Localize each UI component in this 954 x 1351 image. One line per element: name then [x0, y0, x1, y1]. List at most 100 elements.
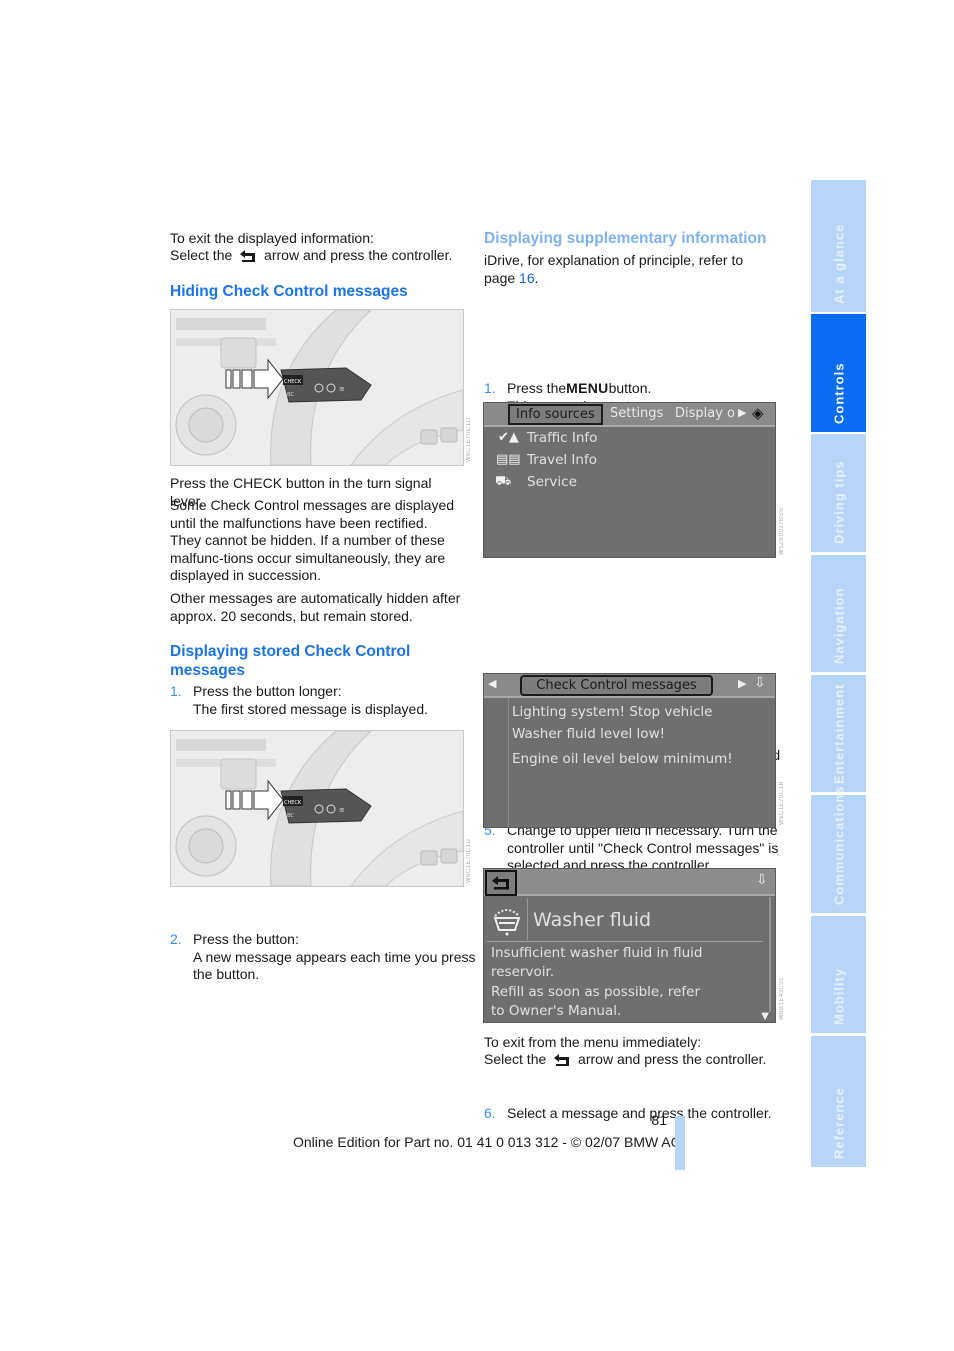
controller-icon: ⇩	[756, 872, 768, 888]
menu-item-service[interactable]: Service	[527, 474, 577, 490]
bc-button-label: BC	[287, 813, 294, 819]
side-tab-label: At a glance	[831, 223, 846, 304]
exit-instruction: Select the arrow and press the controlle…	[170, 247, 452, 268]
travel-info-icon: ▤▤	[496, 452, 521, 467]
step-text: Press the button:	[193, 931, 299, 948]
check-button-label: CHECK	[284, 800, 302, 806]
step-subtext: A new message appears each time you pres…	[193, 948, 476, 983]
exit-menu-instruction: Select the arrow and press the controlle…	[484, 1051, 766, 1072]
page-16-link[interactable]: 16	[519, 270, 535, 286]
exit-intro: To exit the displayed information:	[170, 230, 374, 246]
bc-button-label: BC	[287, 392, 294, 398]
screen-divider	[508, 698, 509, 827]
message-item[interactable]: Engine oil level below minimum!	[512, 751, 733, 767]
step-number: 2.	[170, 931, 182, 948]
page-prefix: page	[484, 269, 516, 286]
back-arrow-icon	[552, 1053, 572, 1072]
screen-2-reference-code: W6C1E70C1B	[779, 780, 785, 825]
tab-info-sources[interactable]: Info sources	[508, 404, 603, 425]
side-tab-label: Navigation	[831, 587, 846, 664]
heading-supplementary-info: Displaying supplementary information	[484, 230, 767, 247]
page-suffix: .	[534, 269, 539, 286]
side-tab-label: Entertainment	[831, 683, 846, 784]
svg-text:≡: ≡	[339, 385, 345, 393]
service-icon: ⛟	[495, 474, 512, 489]
side-tab-communications[interactable]: Communications	[811, 786, 866, 913]
screen-1-reference-code: W5ZK0027BSS	[779, 507, 785, 555]
screen-3-reference-code: W6B1E43C01	[779, 976, 785, 1020]
message-item[interactable]: Washer fluid level low!	[512, 726, 665, 742]
step-text: Press the button longer:	[193, 683, 342, 699]
exit-text-after: arrow and press the controller.	[264, 247, 453, 263]
idrive-screen-washer-fluid: ⇩ Washer fluid Insufficient washer fluid…	[483, 868, 776, 1023]
step-subtext: The first stored message is displayed.	[193, 700, 428, 717]
heading-hiding-check-control: Hiding Check Control messages	[170, 283, 408, 300]
page-number: 81	[651, 1112, 667, 1128]
side-tab-driving-tips[interactable]: Driving tips	[811, 434, 866, 552]
footer-edition: Online Edition for Part no. 01 41 0 013 …	[293, 1134, 682, 1150]
tab-settings[interactable]: Settings	[604, 405, 669, 423]
traffic-info-icon: ✔▲	[498, 430, 519, 445]
side-tab-at-a-glance[interactable]: At a glance	[811, 180, 866, 312]
scroll-left-icon[interactable]: ◀	[488, 677, 496, 690]
turn-signal-lever-photo-2: CHECK BC ≡	[170, 730, 464, 887]
scrollbar[interactable]	[769, 897, 771, 1012]
back-arrow-icon	[492, 876, 509, 890]
exit-text-before: Select the	[170, 247, 233, 263]
svg-text:≡: ≡	[339, 806, 345, 814]
idrive-intro: iDrive, for explanation of principle, re…	[484, 252, 774, 287]
turn-signal-lever-photo-1: CHECK BC ≡	[170, 309, 464, 466]
message-body-line: Insufficient washer fluid in fluid	[491, 945, 703, 961]
idrive-screen-check-control: ◀ Check Control messages ▶ ⇩ Lighting sy…	[483, 673, 776, 828]
controller-icon: ⇩	[754, 675, 766, 691]
footer-accent-bar	[675, 1116, 685, 1170]
scroll-right-icon[interactable]: ▶	[738, 677, 746, 690]
message-body-line: to Owner's Manual.	[491, 1003, 622, 1019]
screen-header-bar	[484, 869, 775, 896]
side-tab-reference[interactable]: Reference	[811, 1036, 866, 1167]
exit-text-after: arrow and press the controller.	[578, 1051, 767, 1067]
side-tab-label: Reference	[831, 1087, 846, 1159]
side-tab-label: Mobility	[831, 967, 846, 1025]
side-tab-label: Communications	[831, 785, 846, 905]
idrive-screen-info-sources: Info sources Settings Display o ▶ ◈ ✔▲ T…	[483, 402, 776, 558]
step-number: 6.	[484, 1104, 496, 1121]
message-title: Washer fluid	[533, 909, 652, 931]
side-tab-navigation[interactable]: Navigation	[811, 555, 866, 672]
stored-step-1: 1. Press the button longer: The first st…	[170, 683, 483, 718]
controller-icon: ◈	[752, 404, 764, 422]
back-arrow-icon	[238, 249, 258, 268]
para-other-messages: Other messages are automatically hidden …	[170, 590, 461, 624]
scroll-right-icon[interactable]: ▶	[738, 406, 746, 419]
message-item[interactable]: Lighting system! Stop vehicle	[512, 704, 712, 720]
side-tab-label: Controls	[831, 362, 846, 424]
message-body-line: Refill as soon as possible, refer	[491, 984, 700, 1000]
step-number: 1.	[484, 379, 496, 396]
washer-fluid-icon	[487, 898, 528, 940]
exit-text-before: Select the	[484, 1051, 547, 1067]
check-control-messages-title[interactable]: Check Control messages	[520, 675, 713, 696]
step-number: 1.	[170, 683, 182, 699]
message-body-line: reservoir.	[491, 964, 555, 980]
side-tab-mobility[interactable]: Mobility	[811, 916, 866, 1033]
menu-item-traffic-info[interactable]: Traffic Info	[527, 430, 597, 446]
step-text-after: button.	[608, 379, 652, 396]
step-text-before: Press the	[507, 379, 567, 396]
side-tab-entertainment[interactable]: Entertainment	[811, 675, 866, 792]
back-button[interactable]	[485, 870, 517, 896]
photo-1-reference-code: W6C1E70C1D	[466, 417, 472, 462]
menu-item-travel-info[interactable]: Travel Info	[527, 452, 597, 468]
heading-stored-check-control: Displaying stored Check Control messages	[170, 643, 411, 679]
supplementary-step-5: 5. Change to upper field if necessary. T…	[484, 822, 799, 875]
idrive-intro-text: iDrive, for explanation of principle, re…	[484, 252, 744, 268]
photo-2-reference-code: W6C1E70C1D	[466, 838, 472, 883]
check-button-label: CHECK	[284, 379, 302, 385]
side-tab-label: Driving tips	[831, 460, 846, 544]
exit-menu-intro: To exit from the menu immediately:	[484, 1034, 702, 1050]
menu-button-label: MENU	[566, 379, 609, 396]
scroll-down-icon[interactable]: ▼	[761, 1011, 769, 1022]
step-text: Press theMENUbutton.	[507, 380, 797, 398]
side-tab-controls[interactable]: Controls	[811, 314, 866, 432]
tab-display-options[interactable]: Display o	[669, 405, 741, 423]
step-text: Change to upper field if necessary. Turn…	[507, 822, 779, 874]
